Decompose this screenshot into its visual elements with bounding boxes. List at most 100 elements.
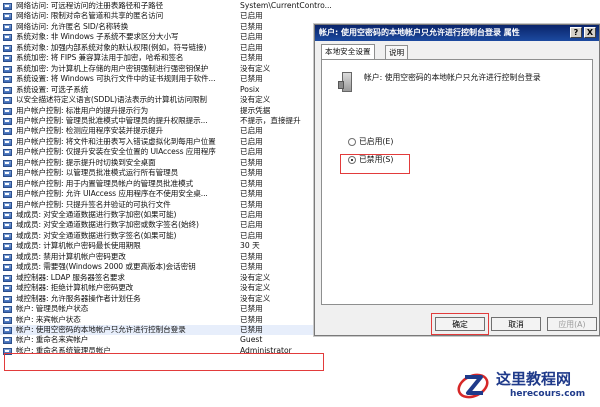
tab-explain[interactable]: 说明	[385, 45, 409, 59]
policy-value: 没有定义	[240, 63, 271, 73]
server-policy-icon	[338, 72, 352, 92]
policy-icon	[3, 159, 12, 167]
policy-value: 没有定义	[240, 95, 271, 105]
policy-name: 域成员: 对安全通道数据进行数字加密或数字签名(始终)	[16, 220, 199, 230]
policy-name: 帐户: 来宾帐户状态	[16, 314, 81, 324]
policy-title: 帐户: 使用空密码的本地帐户只允许进行控制台登录	[364, 73, 541, 82]
policy-name: 用户帐户控制: 用于内置管理员帐户的管理员批准模式	[16, 178, 194, 188]
site-logo-icon	[457, 373, 489, 399]
policy-icon	[3, 97, 12, 105]
policy-value: 已启用	[240, 147, 263, 157]
dialog-titlebar[interactable]: 帐户: 使用空密码的本地帐户只允许进行控制台登录 属性 ? X	[315, 25, 599, 41]
dialog-title: 帐户: 使用空密码的本地帐户只允许进行控制台登录 属性	[319, 28, 520, 37]
radio-enabled[interactable]	[348, 138, 356, 146]
radio-enabled-label: 已启用(E)	[359, 137, 394, 146]
watermark-url: herecours.com	[510, 389, 586, 399]
policy-value: 已禁用	[240, 168, 263, 178]
policy-name: 网络访问: 允许匿名 SID/名称转换	[16, 21, 129, 31]
policy-row[interactable]: 网络访问: 限制对命名管道和共享的匿名访问 已启用	[0, 11, 600, 21]
policy-name: 系统加密: 将 FIPS 兼容算法用于加密，哈希和签名	[16, 53, 184, 63]
policy-icon	[3, 274, 12, 282]
policy-icon	[3, 306, 12, 314]
watermark-title: 这里教程网	[496, 370, 572, 388]
policy-name: 用户帐户控制: 以管理员批准模式运行所有管理员	[16, 168, 179, 178]
policy-name: 系统设置: 将 Windows 可执行文件中的证书规则用于软件...	[16, 74, 216, 84]
policy-icon	[3, 337, 12, 345]
policy-icon	[3, 253, 12, 261]
tab-local-security-setting[interactable]: 本地安全设置	[321, 44, 375, 59]
policy-icon	[3, 264, 12, 272]
policy-name: 域控制器: 允许服务器操作者计划任务	[16, 293, 141, 303]
policy-icon	[3, 138, 12, 146]
help-button[interactable]: ?	[570, 27, 582, 38]
policy-name: 网络访问: 限制对命名管道和共享的匿名访问	[16, 11, 164, 21]
policy-icon	[3, 117, 12, 125]
policy-name: 用户帐户控制: 只提升签名并验证的可执行文件	[16, 199, 171, 209]
policy-name: 域成员: 对安全通道数据进行数字签名(如果可能)	[16, 230, 177, 240]
tab-panel: 帐户: 使用空密码的本地帐户只允许进行控制台登录 已启用(E) 已禁用(S)	[321, 59, 593, 305]
policy-value: Guest	[240, 335, 263, 345]
policy-icon	[3, 44, 12, 52]
cancel-button[interactable]: 取消	[491, 317, 541, 331]
policy-value: 提示凭据	[240, 105, 271, 115]
policy-name: 帐户: 管理员帐户状态	[16, 304, 89, 314]
policy-name: 域成员: 需要强(Windows 2000 或更高版本)会话密钥	[16, 262, 196, 272]
policy-value: 已禁用	[240, 74, 263, 84]
policy-value: 已启用	[240, 136, 263, 146]
policy-value: 已禁用	[240, 314, 263, 324]
policy-name: 域成员: 计算机帐户密码最长使用期限	[16, 241, 141, 251]
policy-value: 已启用	[240, 230, 263, 240]
policy-value: 已禁用	[240, 324, 263, 334]
policy-icon	[3, 76, 12, 84]
highlight-box-radio	[340, 154, 410, 174]
properties-dialog: 帐户: 使用空密码的本地帐户只允许进行控制台登录 属性 ? X 本地安全设置 说…	[314, 24, 600, 336]
policy-value: 已禁用	[240, 178, 263, 188]
policy-name: 系统设置: 可选子系统	[16, 84, 89, 94]
policy-value: 30 天	[240, 241, 260, 251]
policy-row[interactable]: 帐户: 重命名来宾帐户 Guest	[0, 335, 600, 345]
policy-value: 已禁用	[240, 21, 263, 31]
policy-icon	[3, 128, 12, 136]
policy-value: 已禁用	[240, 157, 263, 167]
policy-icon	[3, 201, 12, 209]
policy-value: 已启用	[240, 126, 263, 136]
policy-value: 已启用	[240, 32, 263, 42]
policy-value: 已禁用	[240, 304, 263, 314]
policy-name: 用户帐户控制: 仅提升安装在安全位置的 UIAccess 应用程序	[16, 147, 216, 157]
policy-icon	[3, 326, 12, 334]
policy-icon	[3, 149, 12, 157]
policy-icon	[3, 65, 12, 73]
policy-icon	[3, 212, 12, 219]
policy-icon	[3, 13, 12, 21]
close-button[interactable]: X	[584, 27, 596, 38]
policy-value: Posix	[240, 84, 260, 94]
apply-button[interactable]: 应用(A)	[547, 317, 597, 331]
policy-value: 已启用	[240, 42, 263, 52]
policy-icon	[3, 295, 12, 303]
policy-value: 已启用	[240, 210, 263, 219]
policy-name: 域控制器: LDAP 服务器签名要求	[16, 272, 125, 282]
policy-value: 不提示，直接提升	[240, 115, 301, 125]
policy-value: 没有定义	[240, 272, 271, 282]
policy-value: 已启用	[240, 11, 263, 21]
policy-name: 系统对象: 非 Windows 子系统不要求区分大小写	[16, 32, 179, 42]
policy-value: 没有定义	[240, 283, 271, 293]
policy-name: 域成员: 对安全通道数据进行数字加密(如果可能)	[16, 210, 177, 219]
policy-icon	[3, 191, 12, 199]
policy-icon	[3, 222, 12, 230]
policy-name: 用户帐户控制: 检测应用程序安装并提示提升	[16, 126, 164, 136]
policy-name: 以安全描述符定义语言(SDDL)语法表示的计算机访问限制	[16, 95, 207, 105]
policy-name: 网络访问: 可远程访问的注册表路径和子路径	[16, 1, 164, 10]
ok-button[interactable]: 确定	[435, 317, 485, 331]
policy-value: 已禁用	[240, 189, 263, 199]
policy-icon	[3, 34, 12, 42]
policy-value: 已禁用	[240, 251, 263, 261]
policy-row[interactable]: 网络访问: 可远程访问的注册表路径和子路径 System\CurrentContr…	[0, 1, 600, 11]
policy-name: 用户帐户控制: 允许 UIAccess 应用程序在不使用安全桌...	[16, 189, 208, 199]
policy-icon	[3, 232, 12, 240]
policy-icon	[3, 86, 12, 94]
policy-name: 系统加密: 为计算机上存储的用户密钥强制进行强密钥保护	[16, 63, 209, 73]
radio-enabled-row[interactable]: 已启用(E)	[348, 136, 393, 147]
policy-icon	[3, 107, 12, 115]
policy-name: 用户帐户控制: 将文件和注册表写入错误虚拟化到每用户位置	[16, 136, 216, 146]
